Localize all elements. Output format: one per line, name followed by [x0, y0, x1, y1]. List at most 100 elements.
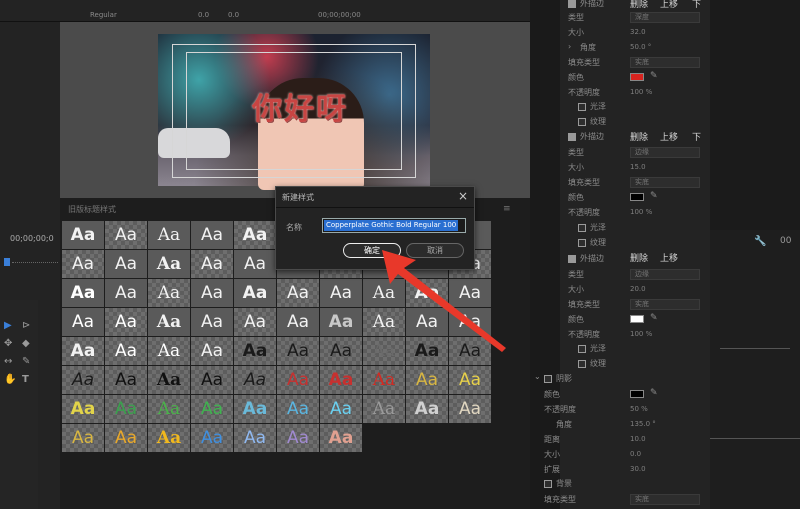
outer-stroke-1-checkbox[interactable]: [568, 0, 576, 8]
style-swatch[interactable]: Aa: [148, 337, 190, 365]
style-swatch[interactable]: Aa: [406, 366, 448, 394]
outer-stroke-3-delete[interactable]: 删除: [630, 251, 648, 264]
style-swatch[interactable]: Aa: [320, 424, 362, 452]
shadow-opacity-value[interactable]: 50 %: [630, 405, 648, 413]
font-style-field[interactable]: Regular: [90, 11, 117, 19]
eyedropper-icon[interactable]: ✎: [650, 191, 658, 201]
eyedropper-icon[interactable]: ✎: [650, 71, 658, 81]
style-swatch[interactable]: Aa: [191, 337, 233, 365]
style-swatch[interactable]: Aa: [105, 221, 147, 249]
style-swatch[interactable]: Aa: [191, 250, 233, 278]
style-swatch[interactable]: Aa: [234, 424, 276, 452]
style-swatch[interactable]: Aa: [62, 424, 104, 452]
type-tool-icon[interactable]: T: [22, 374, 29, 385]
texture-checkbox-2[interactable]: [578, 239, 586, 247]
shadow-spread-value[interactable]: 30.0: [630, 465, 646, 473]
style-swatch[interactable]: Aa: [320, 366, 362, 394]
track-select-icon[interactable]: ⊳: [22, 320, 30, 331]
style-swatch[interactable]: Aa: [406, 395, 448, 423]
angle-expander-1[interactable]: ›: [568, 42, 571, 51]
style-swatch[interactable]: Aa: [148, 250, 190, 278]
color-swatch-1[interactable]: [630, 73, 644, 81]
background-fill-dropdown[interactable]: 实底: [630, 494, 700, 505]
style-swatch[interactable]: Aa: [105, 395, 147, 423]
style-swatch[interactable]: Aa: [148, 366, 190, 394]
style-swatch[interactable]: Aa: [148, 279, 190, 307]
style-swatch[interactable]: Aa: [62, 250, 104, 278]
sheen-checkbox-2[interactable]: [578, 224, 586, 232]
style-swatch[interactable]: Aa: [363, 366, 405, 394]
style-swatch[interactable]: Aa: [320, 395, 362, 423]
style-swatch[interactable]: Aa: [62, 308, 104, 336]
style-swatch[interactable]: Aa: [62, 337, 104, 365]
style-swatch[interactable]: Aa: [320, 337, 362, 365]
texture-checkbox-1[interactable]: [578, 118, 586, 126]
size-value-3[interactable]: 20.0: [630, 285, 646, 293]
outer-stroke-1-move-down[interactable]: 下: [692, 0, 701, 10]
style-swatch[interactable]: Aa: [62, 221, 104, 249]
angle-value-1[interactable]: 50.0 °: [630, 43, 651, 51]
style-swatch[interactable]: Aa: [148, 308, 190, 336]
style-swatch[interactable]: Aa: [234, 308, 276, 336]
texture-checkbox-3[interactable]: [578, 360, 586, 368]
style-swatch[interactable]: Aa: [105, 337, 147, 365]
type-dropdown-3[interactable]: 边缘: [630, 269, 700, 280]
chevron-down-icon[interactable]: ⌄: [534, 372, 541, 381]
fill-dropdown-3[interactable]: 实底: [630, 299, 700, 310]
style-swatch[interactable]: Aa: [277, 308, 319, 336]
style-swatch[interactable]: Aa: [191, 308, 233, 336]
style-swatch[interactable]: Aa: [62, 366, 104, 394]
shadow-checkbox[interactable]: [544, 375, 552, 383]
outer-stroke-1-delete[interactable]: 删除: [630, 0, 648, 10]
close-icon[interactable]: ×: [458, 189, 468, 203]
outer-stroke-2-move-down[interactable]: 下: [692, 130, 701, 143]
style-swatch[interactable]: Aa: [234, 279, 276, 307]
style-swatch[interactable]: Aa: [62, 279, 104, 307]
outer-stroke-2-checkbox[interactable]: [568, 133, 576, 141]
sheen-checkbox-3[interactable]: [578, 345, 586, 353]
style-swatch[interactable]: Aa: [234, 395, 276, 423]
shadow-angle-value[interactable]: 135.0 °: [630, 420, 656, 428]
style-swatch[interactable]: Aa: [277, 279, 319, 307]
style-swatch[interactable]: Aa: [105, 250, 147, 278]
slip-tool-icon[interactable]: ↔: [4, 356, 12, 367]
style-name-input[interactable]: Copperplate Gothic Bold Regular 100: [322, 218, 466, 233]
eyedropper-icon[interactable]: ✎: [650, 388, 658, 398]
color-swatch-2[interactable]: [630, 193, 644, 201]
outer-stroke-3-move-up[interactable]: 上移: [660, 251, 678, 264]
style-swatch[interactable]: Aa: [105, 308, 147, 336]
outer-stroke-2-move-up[interactable]: 上移: [660, 130, 678, 143]
style-swatch[interactable]: Aa: [277, 424, 319, 452]
tracking-field[interactable]: 0.0: [198, 11, 209, 19]
playhead-marker[interactable]: [4, 258, 10, 266]
style-swatch[interactable]: Aa: [449, 395, 491, 423]
background-checkbox[interactable]: [544, 480, 552, 488]
type-dropdown-2[interactable]: 边缘: [630, 147, 700, 158]
fill-dropdown-1[interactable]: 实底: [630, 57, 700, 68]
opacity-value-3[interactable]: 100 %: [630, 330, 652, 338]
color-swatch-3[interactable]: [630, 315, 644, 323]
style-swatch[interactable]: Aa: [234, 337, 276, 365]
outer-stroke-1-move-up[interactable]: 上移: [660, 0, 678, 10]
fill-dropdown-2[interactable]: 实底: [630, 177, 700, 188]
style-swatch[interactable]: Aa: [191, 366, 233, 394]
style-swatch[interactable]: Aa: [320, 279, 362, 307]
style-swatch[interactable]: Aa: [234, 250, 276, 278]
style-swatch[interactable]: Aa: [191, 424, 233, 452]
outer-stroke-2-delete[interactable]: 删除: [630, 130, 648, 143]
style-swatch[interactable]: Aa: [105, 366, 147, 394]
style-swatch[interactable]: Aa: [320, 308, 362, 336]
style-swatch[interactable]: Aa: [191, 395, 233, 423]
wrench-icon[interactable]: 🔧: [754, 236, 766, 247]
style-swatch[interactable]: Aa: [234, 221, 276, 249]
style-swatch[interactable]: Aa: [277, 337, 319, 365]
style-swatch[interactable]: Aa: [191, 221, 233, 249]
pen-icon[interactable]: ✎: [22, 356, 30, 367]
style-swatch[interactable]: Aa: [148, 395, 190, 423]
style-swatch[interactable]: Aa: [105, 279, 147, 307]
panel-menu-icon[interactable]: ≡: [503, 204, 511, 214]
style-swatch[interactable]: Aa: [234, 366, 276, 394]
eyedropper-icon[interactable]: ✎: [650, 313, 658, 323]
style-swatch[interactable]: Aa: [277, 395, 319, 423]
shadow-color-swatch[interactable]: [630, 390, 644, 398]
